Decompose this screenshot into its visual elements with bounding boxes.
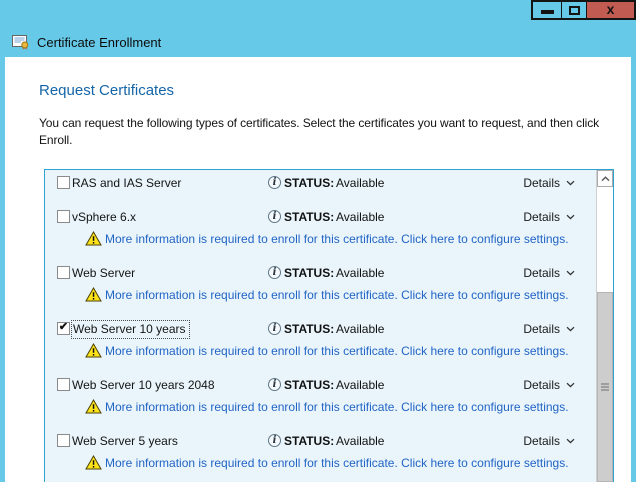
status-label: STATUS: <box>284 322 334 336</box>
warning-link[interactable]: More information is required to enroll f… <box>105 400 569 414</box>
warning-link[interactable]: More information is required to enroll f… <box>105 344 569 358</box>
certificate-name: Web Server 10 years <box>71 320 190 339</box>
close-button[interactable]: x <box>587 0 636 20</box>
status-label: STATUS: <box>284 266 334 280</box>
details-toggle[interactable]: Details <box>523 434 575 448</box>
minimize-button[interactable] <box>531 0 563 20</box>
warning-icon <box>85 455 102 470</box>
certificate-checkbox[interactable]: ✔ <box>57 434 70 447</box>
chevron-down-icon <box>566 214 575 220</box>
details-label: Details <box>523 210 560 224</box>
details-label: Details <box>523 378 560 392</box>
status-label: STATUS: <box>284 378 334 392</box>
certificate-item: ✔ Web Server 10 years 2048 i STATUS: Ava… <box>57 374 596 418</box>
details-label: Details <box>523 322 560 336</box>
status-label: STATUS: <box>284 210 334 224</box>
info-icon: i <box>268 176 281 189</box>
certificate-warning-row: More information is required to enroll f… <box>57 396 596 418</box>
certificate-item: ✔ RAS and IAS Server i STATUS: Available… <box>57 172 596 194</box>
details-toggle[interactable]: Details <box>523 322 575 336</box>
details-toggle[interactable]: Details <box>523 210 575 224</box>
details-label: Details <box>523 176 560 190</box>
dialog-body: Request Certificates You can request the… <box>5 57 631 482</box>
info-icon: i <box>268 266 281 279</box>
certificate-item: ✔ Web Server i STATUS: Available Details <box>57 262 596 306</box>
warning-icon <box>85 343 102 358</box>
status-value: Available <box>336 378 384 392</box>
details-toggle[interactable]: Details <box>523 266 575 280</box>
info-icon: i <box>268 378 281 391</box>
warning-link[interactable]: More information is required to enroll f… <box>105 232 569 246</box>
page-description: You can request the following types of c… <box>39 115 617 149</box>
certificate-warning-row: More information is required to enroll f… <box>57 452 596 474</box>
checkmark-icon: ✔ <box>59 322 68 333</box>
status-label: STATUS: <box>284 176 334 190</box>
certificate-row[interactable]: ✔ vSphere 6.x i STATUS: Available Detail… <box>57 206 596 228</box>
scrollbar-grip-icon <box>601 384 609 391</box>
status-value: Available <box>336 322 384 336</box>
warning-link[interactable]: More information is required to enroll f… <box>105 288 569 302</box>
certificate-row[interactable]: ✔ Web Server 10 years i STATUS: Availabl… <box>57 318 596 340</box>
certificate-name: RAS and IAS Server <box>72 176 181 190</box>
scrollbar-track[interactable] <box>597 187 613 482</box>
certificate-item: ✔ Web Server 10 years i STATUS: Availabl… <box>57 318 596 362</box>
scrollbar-thumb[interactable] <box>597 292 613 482</box>
details-toggle[interactable]: Details <box>523 378 575 392</box>
info-icon: i <box>268 210 281 223</box>
chevron-down-icon <box>566 180 575 186</box>
window-title: Certificate Enrollment <box>37 35 161 50</box>
status-value: Available <box>336 210 384 224</box>
warning-icon <box>85 231 102 246</box>
vertical-scrollbar[interactable] <box>596 170 613 482</box>
minimize-icon <box>541 10 554 14</box>
details-toggle[interactable]: Details <box>523 176 575 190</box>
certificate-warning-row: More information is required to enroll f… <box>57 284 596 306</box>
certificate-name: Web Server 5 years <box>72 434 178 448</box>
certificate-rows: ✔ RAS and IAS Server i STATUS: Available… <box>45 170 596 482</box>
certificate-icon <box>12 34 30 50</box>
certificate-name: Web Server 10 years 2048 <box>72 378 215 392</box>
warning-link[interactable]: More information is required to enroll f… <box>105 456 569 470</box>
maximize-button[interactable] <box>562 0 588 20</box>
details-label: Details <box>523 266 560 280</box>
status-label: STATUS: <box>284 434 334 448</box>
maximize-icon <box>569 6 580 15</box>
chevron-down-icon <box>566 382 575 388</box>
titlebar: Certificate Enrollment <box>12 34 161 50</box>
certificate-checkbox[interactable]: ✔ <box>57 378 70 391</box>
certificate-list: ✔ RAS and IAS Server i STATUS: Available… <box>44 169 614 482</box>
page-title: Request Certificates <box>39 82 174 99</box>
chevron-up-icon <box>601 176 610 182</box>
certificate-warning-row: More information is required to enroll f… <box>57 228 596 250</box>
certificate-row[interactable]: ✔ RAS and IAS Server i STATUS: Available… <box>57 172 596 194</box>
status-value: Available <box>336 434 384 448</box>
certificate-row[interactable]: ✔ Web Server i STATUS: Available Details <box>57 262 596 284</box>
certificate-enrollment-window: x Certificate Enrollment Request Certifi… <box>0 0 636 482</box>
certificate-name: Web Server <box>72 266 135 280</box>
info-icon: i <box>268 322 281 335</box>
status-value: Available <box>336 266 384 280</box>
certificate-checkbox[interactable]: ✔ <box>57 210 70 223</box>
chevron-down-icon <box>566 326 575 332</box>
certificate-item: ✔ vSphere 6.x i STATUS: Available Detail… <box>57 206 596 250</box>
scroll-up-button[interactable] <box>597 170 613 187</box>
certificate-checkbox[interactable]: ✔ <box>57 266 70 279</box>
close-icon: x <box>607 2 615 16</box>
certificate-checkbox[interactable]: ✔ <box>57 176 70 189</box>
details-label: Details <box>523 434 560 448</box>
certificate-row[interactable]: ✔ Web Server 5 years i STATUS: Available… <box>57 430 596 452</box>
certificate-name: vSphere 6.x <box>72 210 136 224</box>
chevron-down-icon <box>566 438 575 444</box>
certificate-checkbox[interactable]: ✔ <box>57 322 70 335</box>
certificate-item: ✔ Web Server 5 years i STATUS: Available… <box>57 430 596 474</box>
certificate-warning-row: More information is required to enroll f… <box>57 340 596 362</box>
warning-icon <box>85 399 102 414</box>
warning-icon <box>85 287 102 302</box>
chevron-down-icon <box>566 270 575 276</box>
info-icon: i <box>268 434 281 447</box>
status-value: Available <box>336 176 384 190</box>
certificate-row[interactable]: ✔ Web Server 10 years 2048 i STATUS: Ava… <box>57 374 596 396</box>
